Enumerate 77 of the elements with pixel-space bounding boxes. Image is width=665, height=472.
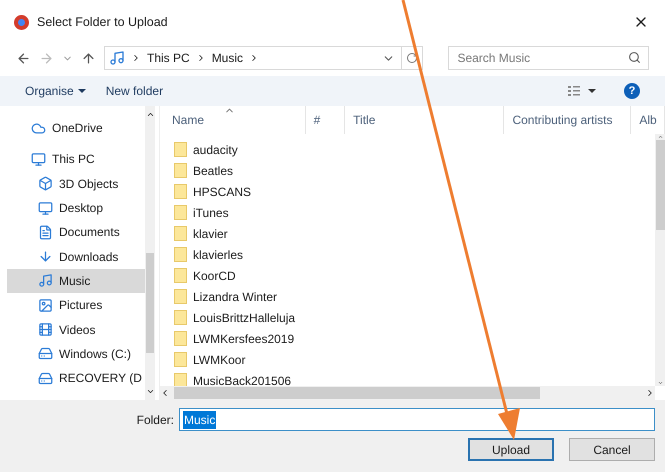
folder-row[interactable]: audacity xyxy=(174,139,655,160)
sidebar-item[interactable]: Windows (C:) xyxy=(7,342,145,366)
scroll-up-icon[interactable] xyxy=(146,110,154,119)
search-icon xyxy=(628,51,641,64)
folder-row[interactable]: LouisBrittzHalleluja xyxy=(174,307,655,328)
music-note-icon xyxy=(38,273,53,288)
sidebar-item[interactable]: This PC xyxy=(7,147,145,172)
window-title: Select Folder to Upload xyxy=(37,14,168,31)
back-button[interactable] xyxy=(16,50,31,66)
folder-icon xyxy=(174,289,187,304)
cloud-icon xyxy=(31,120,46,136)
caret-icon xyxy=(78,89,86,93)
folder-icon xyxy=(174,373,187,386)
folder-row[interactable]: klavierles xyxy=(174,244,655,265)
drive-icon xyxy=(38,346,53,362)
search-field[interactable]: Search Music xyxy=(448,46,649,70)
dialog-button[interactable]: Cancel xyxy=(569,438,655,461)
dialog-button[interactable]: Upload xyxy=(468,438,554,461)
folder-icon xyxy=(174,142,187,157)
folder-icon xyxy=(174,247,187,262)
folder-icon xyxy=(174,163,187,178)
folder-icon xyxy=(174,310,187,325)
folder-icon xyxy=(174,352,187,367)
scrollbar-thumb[interactable] xyxy=(656,140,664,230)
scroll-down-icon[interactable] xyxy=(146,387,154,396)
folder-icon xyxy=(174,226,187,241)
caret-icon xyxy=(588,89,596,93)
film-icon xyxy=(38,322,53,338)
sidebar-item[interactable]: Desktop xyxy=(7,196,145,220)
folder-input-field[interactable]: Music xyxy=(179,408,655,431)
folder-label: Folder: xyxy=(136,412,174,428)
folder-row[interactable]: HPSCANS xyxy=(174,181,655,202)
breadcrumb[interactable]: This PC xyxy=(147,49,190,67)
sidebar-item[interactable]: Downloads xyxy=(7,244,145,269)
folder-icon xyxy=(174,268,187,283)
folder-row[interactable]: Lizandra Winter xyxy=(174,286,655,307)
folder-row[interactable]: iTunes xyxy=(174,202,655,223)
sidebar-item[interactable]: Documents xyxy=(7,220,145,244)
download-icon xyxy=(38,249,53,264)
scrollbar-thumb[interactable] xyxy=(174,387,540,399)
folder-icon xyxy=(174,205,187,220)
list-view-icon xyxy=(568,86,580,96)
up-button[interactable] xyxy=(81,50,96,66)
document-icon xyxy=(38,224,53,240)
drive-icon xyxy=(38,370,53,386)
picture-icon xyxy=(38,298,53,313)
view-options-button[interactable] xyxy=(568,86,596,96)
sidebar-item[interactable]: Music xyxy=(7,268,145,294)
column-header[interactable]: Title xyxy=(345,106,504,134)
folder-row[interactable]: LWMKersfees2019 xyxy=(174,328,655,349)
column-header[interactable]: Contributing artists xyxy=(504,106,632,134)
monitor-icon xyxy=(38,200,53,216)
organise-button[interactable]: Organise xyxy=(25,82,86,100)
folder-icon xyxy=(174,331,187,346)
folder-icon xyxy=(174,184,187,199)
folder-row[interactable]: LWMKoor xyxy=(174,349,655,370)
sidebar-item[interactable]: OneDrive xyxy=(7,116,145,140)
new-folder-button[interactable]: New folder xyxy=(106,82,164,100)
sidebar-item[interactable]: 3D Objects xyxy=(7,172,145,196)
scrollbar-thumb[interactable] xyxy=(146,253,154,353)
browser-logo-icon xyxy=(14,14,29,30)
help-icon[interactable]: ? xyxy=(624,83,640,99)
cube-icon xyxy=(38,176,53,192)
column-header[interactable]: # xyxy=(306,106,346,134)
refresh-icon[interactable] xyxy=(406,52,418,64)
monitor-icon xyxy=(31,152,46,167)
breadcrumb[interactable]: Music xyxy=(212,49,244,67)
sidebar-item[interactable]: Pictures xyxy=(7,293,145,318)
folder-row[interactable]: MusicBack201506 xyxy=(174,370,655,386)
music-note-icon xyxy=(109,50,125,66)
folder-row[interactable]: klavier xyxy=(174,223,655,244)
column-header[interactable]: Name xyxy=(160,106,306,134)
address-bar[interactable]: This PC Music xyxy=(104,46,423,70)
sidebar-item[interactable]: RECOVERY (D xyxy=(7,366,145,390)
sidebar-item[interactable]: Videos xyxy=(7,317,145,342)
folder-row[interactable]: KoorCD xyxy=(174,265,655,286)
folder-row[interactable]: Beatles xyxy=(174,160,655,181)
